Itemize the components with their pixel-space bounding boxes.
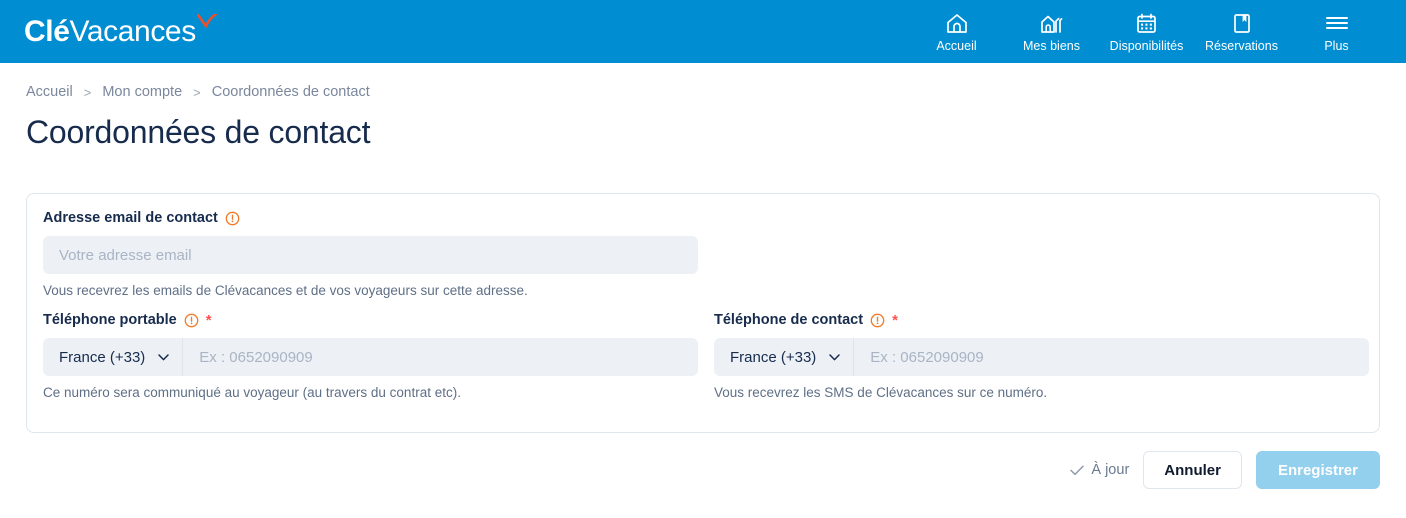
required-asterisk: *	[205, 311, 212, 329]
main-navigation: Accueil Mes biens Disponibilités Réserva…	[909, 8, 1384, 55]
home-icon	[946, 12, 968, 34]
hamburger-icon	[1325, 12, 1349, 34]
mobile-phone-input[interactable]	[183, 338, 698, 376]
nav-item-label: Réservations	[1205, 39, 1278, 53]
email-field-label: Adresse email de contact	[43, 210, 1363, 226]
email-field-block: Adresse email de contact Vous recevrez l…	[43, 210, 1363, 298]
nav-item-mes-biens[interactable]: Mes biens	[1004, 8, 1099, 53]
logo-checkmark-icon	[197, 13, 217, 28]
contact-phone-label-text: Téléphone de contact	[714, 312, 864, 328]
mobile-country-value: France (+33)	[59, 348, 146, 366]
mobile-phone-group: France (+33)	[43, 338, 698, 376]
info-icon[interactable]	[870, 313, 885, 328]
breadcrumb-item-accueil[interactable]: Accueil	[26, 84, 73, 100]
buildings-icon	[1040, 12, 1064, 34]
logo-text-primary: Clé	[24, 14, 70, 48]
phones-row: Téléphone portable * France (+33) Ce num…	[43, 312, 1369, 400]
mobile-phone-block: Téléphone portable * France (+33) Ce num…	[43, 312, 698, 400]
brand-logo[interactable]: Clé Vacances	[24, 13, 217, 48]
email-helper-text: Vous recevrez les emails de Clévacances …	[43, 283, 528, 298]
contact-country-select[interactable]: France (+33)	[714, 338, 855, 376]
save-button[interactable]: Enregistrer	[1255, 451, 1380, 489]
calendar-icon	[1136, 12, 1157, 34]
nav-item-label: Plus	[1324, 39, 1349, 53]
info-icon[interactable]	[225, 211, 240, 226]
breadcrumb-item-current: Coordonnées de contact	[211, 84, 370, 100]
nav-item-label: Accueil	[936, 39, 977, 53]
email-input[interactable]	[43, 236, 698, 274]
chevron-down-icon	[829, 353, 841, 360]
form-actions: À jour Annuler Enregistrer	[0, 451, 1406, 489]
mobile-phone-label: Téléphone portable *	[43, 312, 698, 328]
breadcrumb-item-mon-compte[interactable]: Mon compte	[102, 84, 182, 100]
check-icon	[1070, 465, 1085, 475]
chevron-down-icon	[158, 353, 170, 360]
contact-phone-block: Téléphone de contact * France (+33) Vous…	[714, 312, 1369, 400]
nav-item-label: Mes biens	[1023, 39, 1080, 53]
contact-phone-group: France (+33)	[714, 338, 1369, 376]
page-title: Coordonnées de contact	[26, 114, 371, 150]
contact-phone-helper-text: Vous recevrez les SMS de Clévacances sur…	[714, 385, 1048, 400]
mobile-phone-helper-text: Ce numéro sera communiqué au voyageur (a…	[43, 385, 461, 400]
mobile-phone-label-text: Téléphone portable	[43, 312, 177, 328]
sync-status-label: À jour	[1091, 462, 1130, 478]
breadcrumb-separator: >	[83, 84, 92, 100]
contact-phone-input[interactable]	[854, 338, 1369, 376]
nav-item-reservations[interactable]: Réservations	[1194, 8, 1289, 53]
contact-phone-label: Téléphone de contact *	[714, 312, 1369, 328]
nav-item-label: Disponibilités	[1109, 39, 1184, 53]
nav-item-accueil[interactable]: Accueil	[909, 8, 1004, 53]
contact-country-value: France (+33)	[730, 348, 817, 366]
email-label-text: Adresse email de contact	[43, 210, 218, 226]
cancel-button[interactable]: Annuler	[1143, 451, 1242, 489]
mobile-country-select[interactable]: France (+33)	[43, 338, 184, 376]
nav-item-disponibilites[interactable]: Disponibilités	[1099, 8, 1194, 53]
app-header: Clé Vacances Accueil Mes biens Disponibi…	[0, 0, 1406, 63]
breadcrumb: Accueil > Mon compte > Coordonnées de co…	[0, 63, 1406, 100]
bookmark-icon	[1233, 12, 1251, 34]
required-asterisk: *	[892, 311, 898, 329]
breadcrumb-separator: >	[193, 84, 201, 100]
logo-text-secondary: Vacances	[69, 14, 197, 48]
sync-status: À jour	[1070, 462, 1129, 478]
info-icon[interactable]	[184, 313, 199, 328]
contact-details-card: Adresse email de contact Vous recevrez l…	[26, 193, 1380, 433]
nav-item-plus[interactable]: Plus	[1289, 8, 1384, 53]
